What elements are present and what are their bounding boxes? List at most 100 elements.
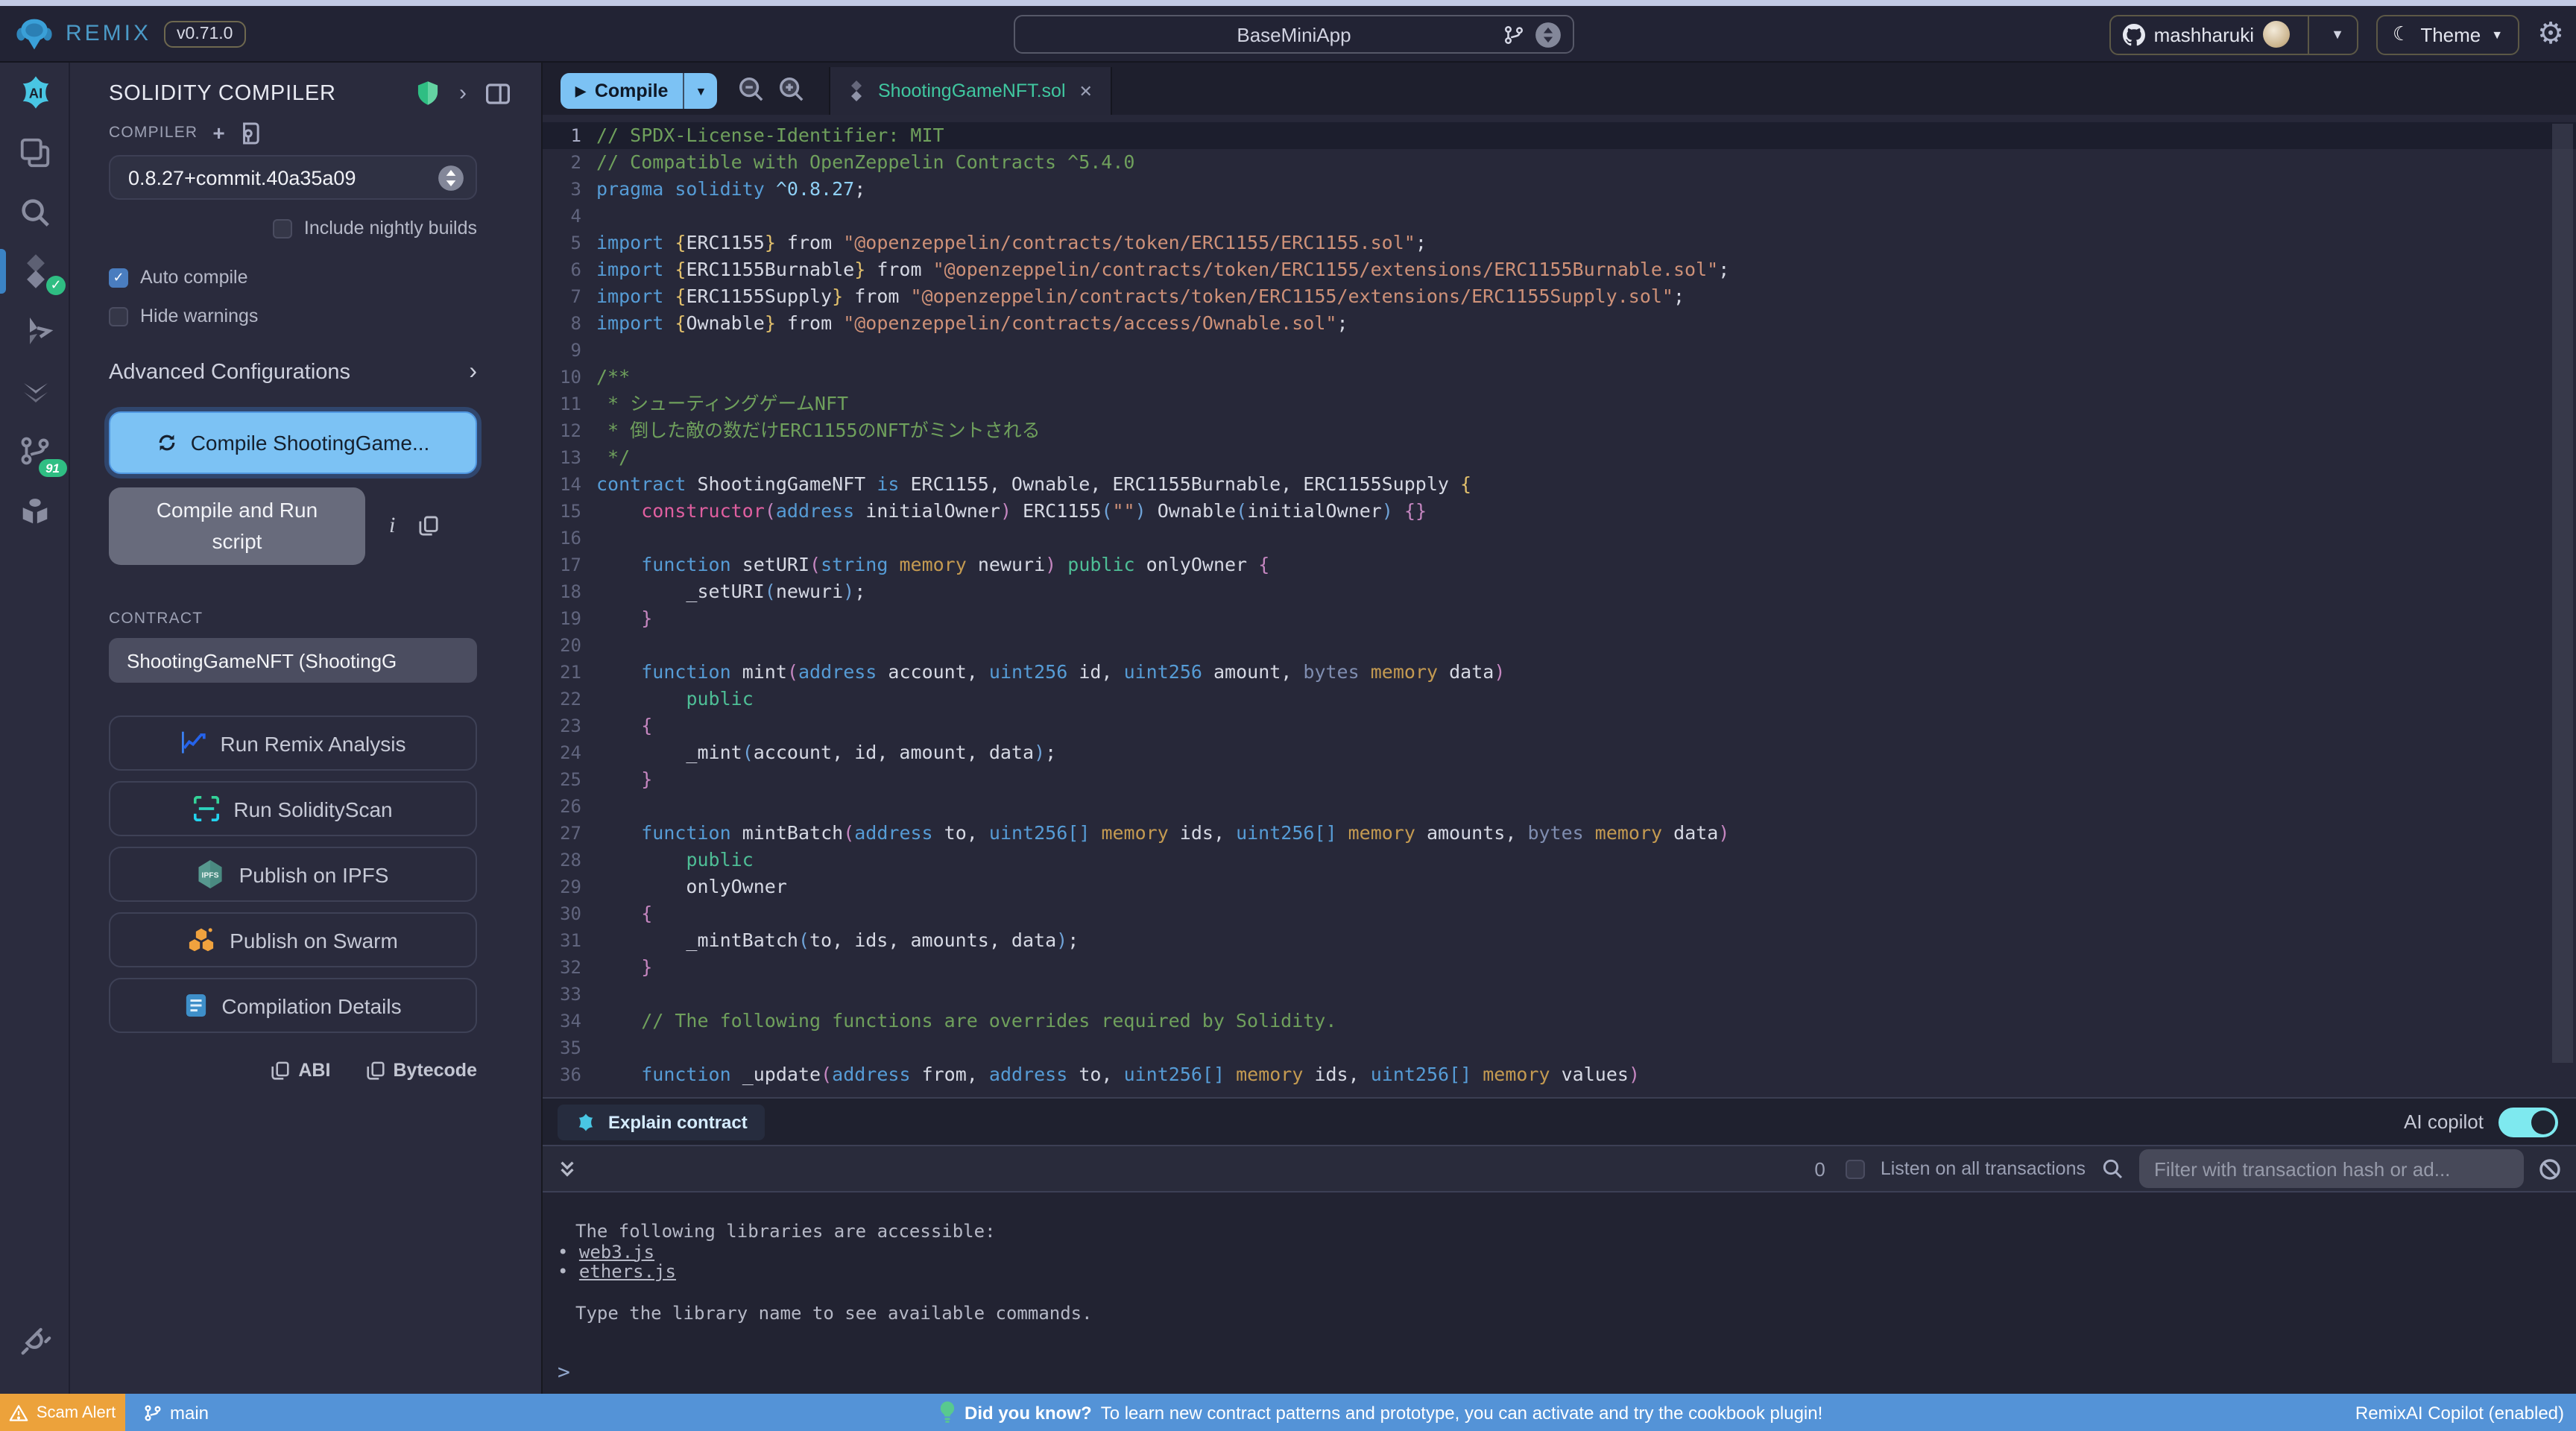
- license-icon[interactable]: [241, 121, 260, 144]
- code-line-28[interactable]: 28 public: [543, 847, 2576, 874]
- sidebar-item-solidity-compiler-icon[interactable]: ✓: [0, 241, 70, 301]
- version-spinner-icon[interactable]: [437, 164, 465, 192]
- version-badge[interactable]: v0.71.0: [163, 20, 246, 47]
- workspace-select[interactable]: BaseMiniApp: [1014, 15, 1574, 54]
- code-line-30[interactable]: 30 {: [543, 900, 2576, 927]
- git-branch-icon[interactable]: [1503, 22, 1525, 48]
- copilot-status[interactable]: RemixAI Copilot (enabled): [2355, 1394, 2564, 1431]
- contract-label: CONTRACT: [109, 610, 477, 628]
- code-line-12[interactable]: 12 * 倒した敵の数だけERC1155のNFTがミントされる: [543, 417, 2576, 444]
- compile-options-caret[interactable]: ▼: [683, 73, 717, 109]
- code-line-35[interactable]: 35: [543, 1034, 2576, 1061]
- code-line-14[interactable]: 14contract ShootingGameNFT is ERC1155, O…: [543, 471, 2576, 498]
- hide-warnings-checkbox[interactable]: [109, 306, 128, 326]
- sidebar-item-search-icon[interactable]: [0, 182, 70, 241]
- code-line-18[interactable]: 18 _setURI(newuri);: [543, 578, 2576, 605]
- code-line-21[interactable]: 21 function mint(address account, uint25…: [543, 659, 2576, 686]
- code-line-33[interactable]: 33: [543, 981, 2576, 1008]
- code-line-9[interactable]: 9: [543, 337, 2576, 364]
- sidebar-item-remix-ai-icon[interactable]: AI: [0, 63, 70, 122]
- code-line-1[interactable]: 1// SPDX-License-Identifier: MIT: [543, 122, 2576, 149]
- tab-close-icon[interactable]: ✕: [1079, 81, 1093, 101]
- code-line-31[interactable]: 31 _mintBatch(to, ids, amounts, data);: [543, 927, 2576, 954]
- sidebar-item-plugin-manager-icon[interactable]: [0, 480, 70, 540]
- add-compiler-icon[interactable]: +: [212, 121, 226, 145]
- transaction-filter-input[interactable]: [2139, 1150, 2524, 1189]
- copy-abi-button[interactable]: ABI: [271, 1060, 330, 1081]
- publish-on-ipfs-button[interactable]: IPFSPublish on IPFS: [109, 847, 477, 902]
- publish-on-swarm-button[interactable]: Publish on Swarm: [109, 912, 477, 967]
- compiler-label: COMPILER: [109, 124, 198, 142]
- split-panel-icon[interactable]: [486, 83, 510, 104]
- code-line-19[interactable]: 19 }: [543, 605, 2576, 632]
- scam-alert-button[interactable]: Scam Alert: [0, 1394, 125, 1431]
- code-line-10[interactable]: 10/**: [543, 364, 2576, 391]
- compilation-details-button[interactable]: Compilation Details: [109, 978, 477, 1033]
- code-line-3[interactable]: 3pragma solidity ^0.8.27;: [543, 176, 2576, 203]
- shield-icon[interactable]: [416, 80, 440, 106]
- git-branch-status[interactable]: main: [143, 1394, 209, 1431]
- code-line-2[interactable]: 2// Compatible with OpenZeppelin Contrac…: [543, 149, 2576, 176]
- settings-gear-icon[interactable]: ⚙: [2537, 19, 2564, 49]
- run-solidityscan-button[interactable]: Run SolidityScan: [109, 781, 477, 836]
- copy-bytecode-button[interactable]: Bytecode: [366, 1060, 477, 1081]
- code-line-24[interactable]: 24 _mint(account, id, amount, data);: [543, 739, 2576, 766]
- terminal-expand-icon[interactable]: [558, 1160, 577, 1179]
- sidebar-item-file-explorer-icon[interactable]: [0, 122, 70, 182]
- search-icon[interactable]: [2100, 1157, 2124, 1181]
- code-line-34[interactable]: 34 // The following functions are overri…: [543, 1008, 2576, 1034]
- code-line-15[interactable]: 15 constructor(address initialOwner) ERC…: [543, 498, 2576, 525]
- code-line-5[interactable]: 5import {ERC1155} from "@openzeppelin/co…: [543, 230, 2576, 256]
- nightly-builds-checkbox[interactable]: [273, 218, 292, 238]
- code-line-25[interactable]: 25 }: [543, 766, 2576, 793]
- code-line-29[interactable]: 29 onlyOwner: [543, 874, 2576, 900]
- sidebar-item-deploy-run-icon[interactable]: [0, 301, 70, 361]
- panel-expand-icon[interactable]: ›: [459, 82, 467, 104]
- code-line-7[interactable]: 7import {ERC1155Supply} from "@openzeppe…: [543, 283, 2576, 310]
- compile-contract-button[interactable]: Compile ShootingGame...: [109, 411, 477, 474]
- listen-transactions-checkbox[interactable]: [1846, 1160, 1866, 1179]
- workspace-sort-icon[interactable]: [1534, 21, 1562, 49]
- web3js-link[interactable]: web3.js: [579, 1242, 654, 1263]
- code-line-4[interactable]: 4: [543, 203, 2576, 230]
- terminal-prompt[interactable]: >: [555, 1365, 2576, 1385]
- code-line-23[interactable]: 23 {: [543, 713, 2576, 739]
- terminal-output[interactable]: The following libraries are accessible: …: [543, 1193, 2576, 1394]
- code-line-36[interactable]: 36 function _update(address from, addres…: [543, 1061, 2576, 1088]
- zoom-out-icon[interactable]: [736, 75, 765, 103]
- code-line-13[interactable]: 13 */: [543, 444, 2576, 471]
- code-line-6[interactable]: 6import {ERC1155Burnable} from "@openzep…: [543, 256, 2576, 283]
- zoom-in-icon[interactable]: [777, 75, 805, 103]
- code-line-17[interactable]: 17 function setURI(string memory newuri)…: [543, 552, 2576, 578]
- code-line-8[interactable]: 8import {Ownable} from "@openzeppelin/co…: [543, 310, 2576, 337]
- code-line-16[interactable]: 16: [543, 525, 2576, 552]
- advanced-configurations[interactable]: Advanced Configurations ›: [109, 359, 477, 386]
- info-icon[interactable]: i: [389, 514, 395, 539]
- sidebar-item-git-icon[interactable]: 91: [0, 420, 70, 480]
- block-icon[interactable]: [2539, 1158, 2561, 1181]
- sidebar-item-unit-testing-icon[interactable]: [0, 361, 70, 420]
- run-remix-analysis-button[interactable]: Run Remix Analysis: [109, 716, 477, 771]
- compile-and-run-button[interactable]: Compile and Run script: [109, 487, 365, 565]
- contract-select[interactable]: ShootingGameNFT (ShootingG: [109, 638, 477, 683]
- code-line-26[interactable]: 26: [543, 793, 2576, 820]
- compiler-version-select[interactable]: 0.8.27+commit.40a35a09: [109, 155, 477, 200]
- auto-compile-checkbox[interactable]: ✓: [109, 268, 128, 287]
- code-line-27[interactable]: 27 function mintBatch(address to, uint25…: [543, 820, 2576, 847]
- code-line-11[interactable]: 11 * シューティングゲームNFT: [543, 391, 2576, 417]
- user-menu-caret[interactable]: ▼: [2318, 27, 2357, 42]
- code-editor[interactable]: 1// SPDX-License-Identifier: MIT2// Comp…: [543, 115, 2576, 1098]
- sidebar-item-plugin-connector-icon[interactable]: [0, 1313, 70, 1373]
- copy-icon[interactable]: [419, 516, 438, 537]
- editor-scrollbar[interactable]: [2552, 124, 2573, 1063]
- code-line-20[interactable]: 20: [543, 632, 2576, 659]
- code-line-22[interactable]: 22 public: [543, 686, 2576, 713]
- ai-copilot-toggle[interactable]: [2498, 1108, 2558, 1137]
- ethersjs-link[interactable]: ethers.js: [579, 1262, 676, 1283]
- explain-contract-button[interactable]: Explain contract: [558, 1105, 765, 1140]
- user-account-button[interactable]: mashharuki ▼: [2109, 14, 2358, 54]
- tab-shootinggamenft[interactable]: ShootingGameNFT.sol ✕: [829, 67, 1112, 115]
- theme-button[interactable]: ☾ Theme ▼: [2376, 14, 2519, 54]
- code-line-32[interactable]: 32 }: [543, 954, 2576, 981]
- compile-split-button[interactable]: ▶ Compile ▼: [561, 73, 717, 109]
